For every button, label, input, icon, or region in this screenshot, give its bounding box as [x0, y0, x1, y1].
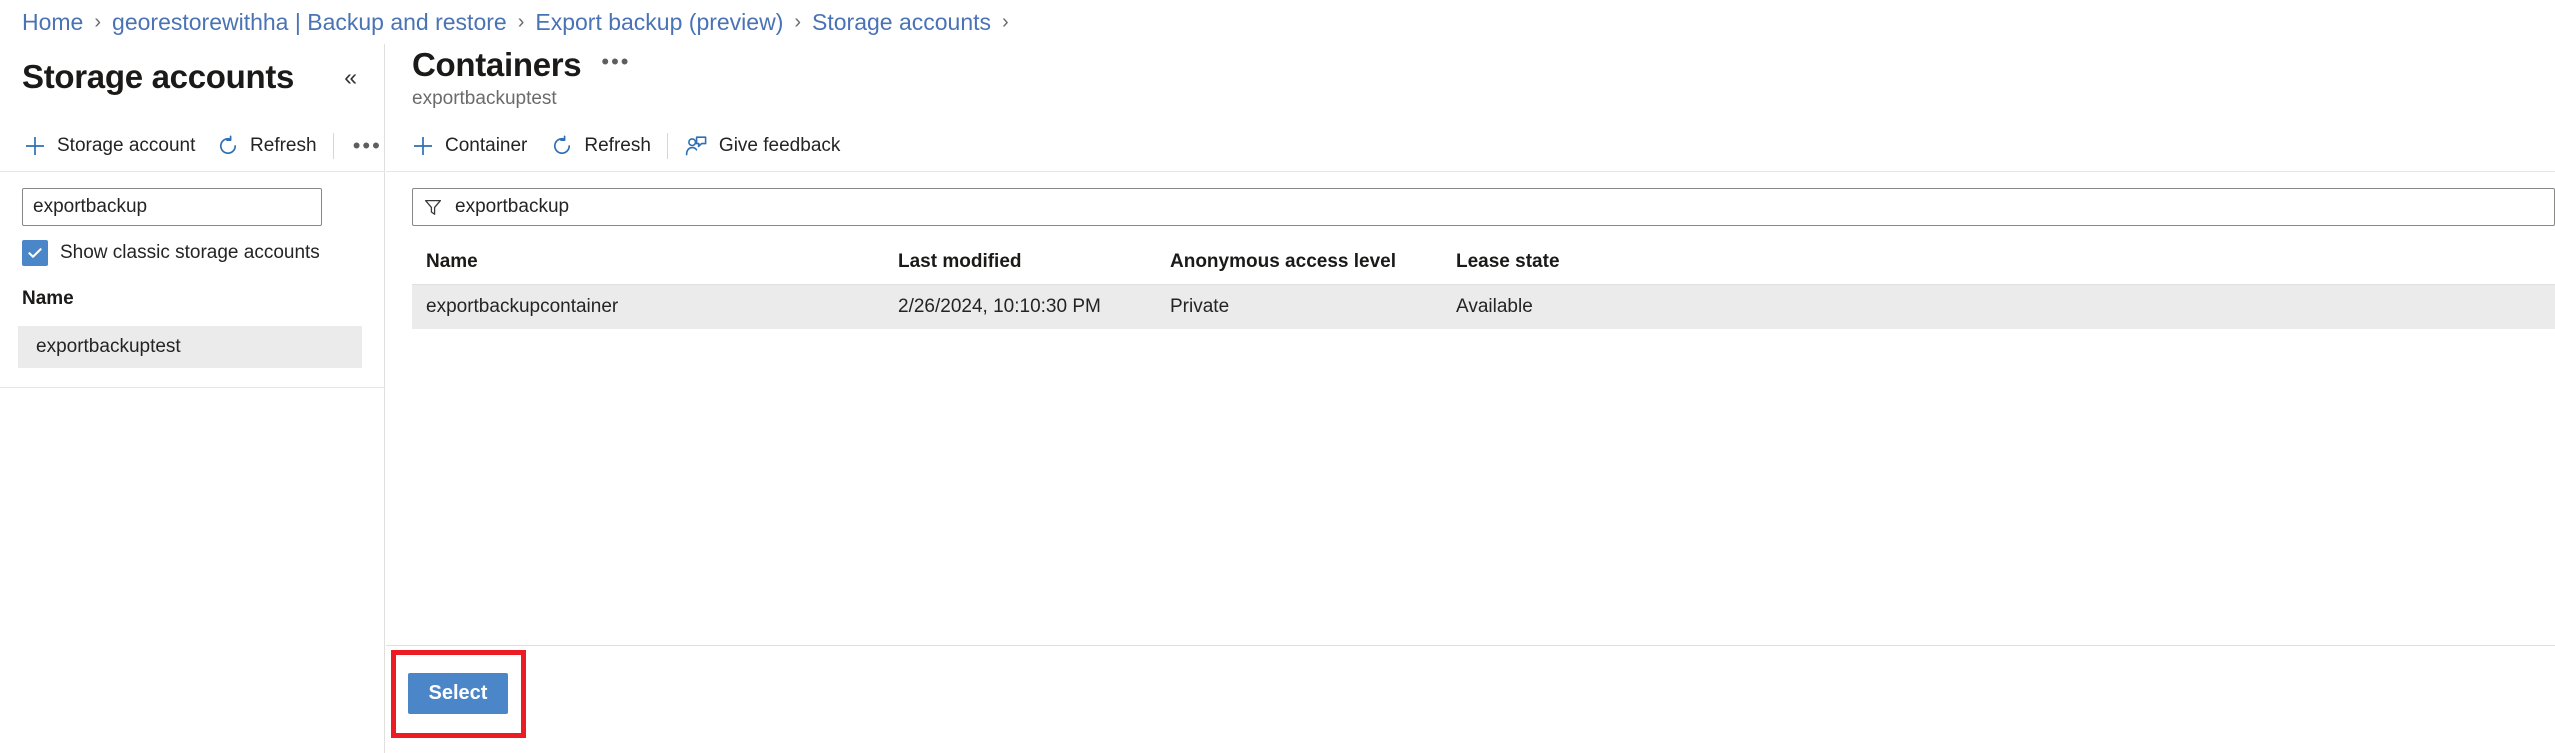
refresh-icon — [551, 135, 573, 157]
breadcrumb-item-storage-accounts[interactable]: Storage accounts — [812, 9, 991, 36]
filter-funnel-icon — [423, 197, 443, 217]
containers-title: Containers — [412, 46, 581, 84]
storage-account-search-wrapper — [22, 188, 322, 226]
table-row[interactable]: exportbackupcontainer 2/26/2024, 10:10:3… — [412, 285, 2555, 329]
cell-last-modified: 2/26/2024, 10:10:30 PM — [898, 296, 1170, 318]
storage-accounts-blade: Storage accounts « Storage account Refre… — [0, 44, 385, 753]
storage-accounts-header: Storage accounts « — [0, 44, 385, 110]
select-button[interactable]: Select — [408, 673, 508, 714]
containers-more-ellipsis-icon[interactable]: ••• — [601, 49, 630, 81]
give-feedback-button[interactable]: Give feedback — [684, 125, 840, 167]
checkbox-checked-icon — [22, 240, 48, 266]
storage-account-name: exportbackuptest — [36, 336, 181, 358]
containers-filter-input[interactable] — [453, 189, 2554, 225]
breadcrumb-separator-icon: › — [1002, 11, 1009, 34]
add-container-button[interactable]: Container — [412, 125, 527, 167]
breadcrumb-item-home[interactable]: Home — [22, 9, 83, 36]
plus-icon — [412, 135, 434, 157]
azure-portal-blade-view: Home › georestorewithha | Backup and res… — [0, 0, 2555, 753]
breadcrumb-separator-icon: › — [794, 11, 801, 34]
refresh-button[interactable]: Refresh — [551, 125, 651, 167]
give-feedback-label: Give feedback — [719, 135, 840, 157]
add-storage-account-label: Storage account — [57, 135, 195, 157]
cell-lease-state: Available — [1456, 296, 1656, 318]
storage-accounts-list: exportbackuptest — [18, 326, 362, 368]
show-classic-storage-accounts-label: Show classic storage accounts — [60, 242, 320, 264]
breadcrumb: Home › georestorewithha | Backup and res… — [0, 0, 1020, 44]
list-item[interactable]: exportbackuptest — [18, 326, 362, 368]
plus-icon — [24, 135, 46, 157]
refresh-label: Refresh — [250, 135, 317, 157]
refresh-label: Refresh — [584, 135, 651, 157]
column-header-lease-state[interactable]: Lease state — [1456, 251, 1656, 273]
show-classic-storage-accounts-checkbox[interactable]: Show classic storage accounts — [22, 240, 320, 266]
column-header-name[interactable]: Name — [412, 251, 898, 273]
containers-header: Containers ••• — [412, 46, 630, 84]
containers-table: Name Last modified Anonymous access leve… — [412, 240, 2555, 329]
breadcrumb-separator-icon: › — [94, 11, 101, 34]
breadcrumb-item-backup-and-restore[interactable]: georestorewithha | Backup and restore — [112, 9, 507, 36]
cell-container-name: exportbackupcontainer — [412, 296, 898, 318]
containers-filter-wrapper — [412, 188, 2555, 226]
toolbar-divider — [667, 133, 668, 159]
column-header-anonymous-access-level[interactable]: Anonymous access level — [1170, 251, 1456, 273]
person-feedback-icon — [684, 135, 708, 157]
refresh-button[interactable]: Refresh — [217, 125, 317, 167]
storage-account-search-input[interactable] — [22, 188, 322, 226]
chevron-double-left-icon[interactable]: « — [338, 62, 363, 93]
breadcrumb-item-export-backup[interactable]: Export backup (preview) — [535, 9, 783, 36]
left-blade-divider — [0, 387, 385, 388]
containers-toolbar: Container Refresh — [386, 120, 2555, 172]
table-header-row: Name Last modified Anonymous access leve… — [412, 240, 2555, 285]
storage-accounts-column-header-name: Name — [22, 288, 74, 310]
containers-filter-box[interactable] — [412, 188, 2555, 226]
more-commands-ellipsis-icon[interactable]: ••• — [350, 128, 385, 164]
breadcrumb-separator-icon: › — [518, 11, 525, 34]
cell-anonymous-access-level: Private — [1170, 296, 1456, 318]
add-storage-account-button[interactable]: Storage account — [24, 125, 195, 167]
footer-divider — [386, 645, 2555, 646]
toolbar-divider — [333, 133, 334, 159]
page-title: Storage accounts — [22, 58, 294, 96]
containers-subtitle: exportbackuptest — [412, 88, 557, 110]
storage-accounts-toolbar: Storage account Refresh ••• — [0, 120, 385, 172]
column-header-last-modified[interactable]: Last modified — [898, 251, 1170, 273]
refresh-icon — [217, 135, 239, 157]
containers-blade: Containers ••• exportbackuptest Containe… — [386, 44, 2555, 753]
add-container-label: Container — [445, 135, 527, 157]
